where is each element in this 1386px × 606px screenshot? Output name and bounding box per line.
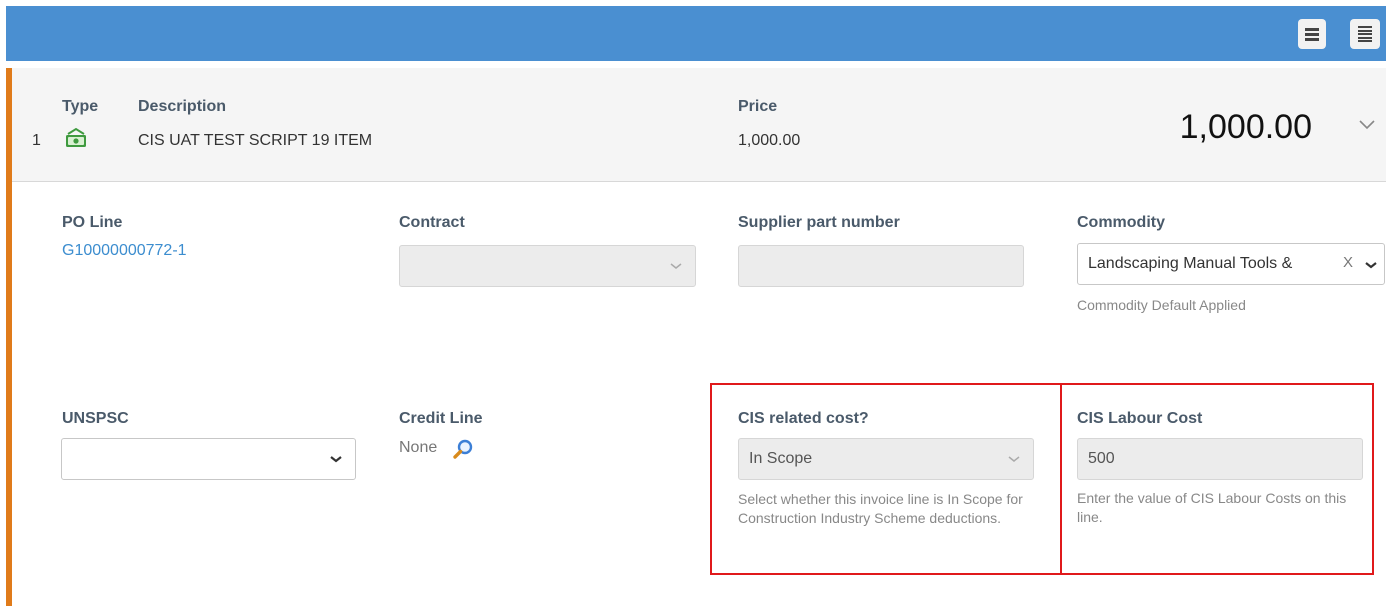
supplier-part-label: Supplier part number (738, 214, 900, 231)
cis-labour-help: Enter the value of CIS Labour Costs on t… (1077, 490, 1347, 525)
credit-line-value: None (399, 439, 438, 456)
chevron-down-icon[interactable] (1364, 260, 1378, 270)
chevron-down-icon[interactable] (1357, 118, 1377, 132)
cis-labour-value: 500 (1088, 450, 1115, 467)
compact-view-button[interactable] (1298, 19, 1326, 49)
commodity-help: Commodity Default Applied (1077, 297, 1246, 313)
supplier-part-input[interactable] (738, 245, 1024, 287)
chevron-down-icon (330, 456, 342, 463)
unspsc-label: UNSPSC (62, 410, 129, 427)
cis-related-help: Select whether this invoice line is In S… (738, 491, 1023, 526)
description-value: CIS UAT TEST SCRIPT 19 ITEM (138, 132, 373, 149)
description-label: Description (138, 98, 227, 115)
clear-icon[interactable]: X (1343, 254, 1353, 271)
unspsc-select[interactable] (61, 438, 356, 480)
cis-labour-input[interactable]: 500 (1077, 438, 1363, 480)
po-line-link[interactable]: G10000000772-1 (62, 242, 187, 260)
money-icon (66, 127, 86, 147)
chevron-down-icon (1008, 456, 1020, 462)
detailed-list-icon (1358, 26, 1372, 42)
po-line-label: PO Line (62, 214, 123, 231)
cis-related-value: In Scope (749, 450, 813, 467)
commodity-value: Landscaping Manual Tools & (1088, 255, 1293, 272)
line-number: 1 (32, 132, 41, 149)
price-value: 1,000.00 (738, 132, 801, 149)
cis-related-label: CIS related cost? (738, 410, 869, 427)
commodity-select[interactable]: Landscaping Manual Tools & X (1077, 243, 1385, 285)
chevron-down-icon (670, 263, 682, 269)
contract-select[interactable] (399, 245, 696, 287)
top-bar (6, 6, 1386, 61)
search-icon[interactable] (452, 438, 474, 460)
compact-list-icon (1305, 27, 1319, 41)
type-label: Type (62, 98, 99, 115)
credit-line-label: Credit Line (399, 410, 483, 427)
commodity-label: Commodity (1077, 214, 1165, 231)
line-total: 1,000.00 (1179, 108, 1312, 146)
price-label: Price (738, 98, 778, 115)
cis-related-select[interactable]: In Scope (738, 438, 1034, 480)
cis-labour-label: CIS Labour Cost (1077, 410, 1203, 427)
invoice-line-header[interactable]: Type 1 Description CIS UAT TEST SCRIPT 1… (12, 68, 1386, 182)
detailed-view-button[interactable] (1350, 19, 1380, 49)
contract-label: Contract (399, 214, 465, 231)
